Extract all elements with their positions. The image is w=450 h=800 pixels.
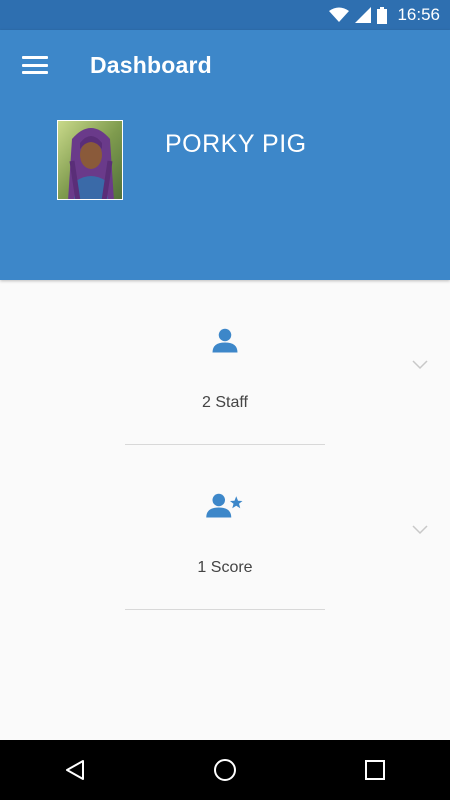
card-icon-wrap bbox=[0, 325, 450, 355]
battery-icon bbox=[377, 6, 388, 24]
avatar-image bbox=[58, 121, 122, 199]
signal-icon bbox=[355, 7, 372, 23]
home-circle-icon bbox=[214, 759, 236, 781]
clock: 16:56 bbox=[397, 5, 440, 24]
person-star-icon bbox=[206, 493, 243, 518]
menu-icon-line bbox=[22, 56, 48, 59]
recents-square-icon bbox=[365, 760, 385, 780]
back-button[interactable] bbox=[45, 740, 105, 800]
menu-button[interactable] bbox=[22, 54, 48, 76]
staff-card[interactable]: 2 Staff bbox=[0, 280, 450, 445]
chevron-down-icon[interactable] bbox=[412, 525, 428, 535]
score-card[interactable]: 1 Score bbox=[0, 445, 450, 610]
score-count-label: 1 Score bbox=[197, 559, 253, 576]
menu-icon-line bbox=[22, 71, 48, 74]
page-title: Dashboard bbox=[90, 52, 212, 78]
back-triangle-icon bbox=[66, 760, 84, 780]
home-button[interactable] bbox=[195, 740, 255, 800]
card-icon-wrap bbox=[0, 490, 450, 520]
status-bar: 16:56 bbox=[0, 0, 450, 30]
person-icon bbox=[212, 328, 238, 353]
profile-name: PORKY PIG bbox=[165, 130, 307, 158]
status-icons: 16:56 bbox=[329, 5, 440, 25]
staff-count-label: 2 Staff bbox=[202, 394, 248, 411]
app-header: Dashboard PORKY PIG bbox=[0, 30, 450, 280]
menu-icon-line bbox=[22, 63, 48, 67]
avatar[interactable] bbox=[57, 120, 123, 200]
divider bbox=[125, 609, 325, 610]
system-nav-bar bbox=[0, 740, 450, 800]
recents-button[interactable] bbox=[345, 740, 405, 800]
wifi-icon bbox=[329, 7, 350, 22]
chevron-down-icon[interactable] bbox=[412, 360, 428, 370]
